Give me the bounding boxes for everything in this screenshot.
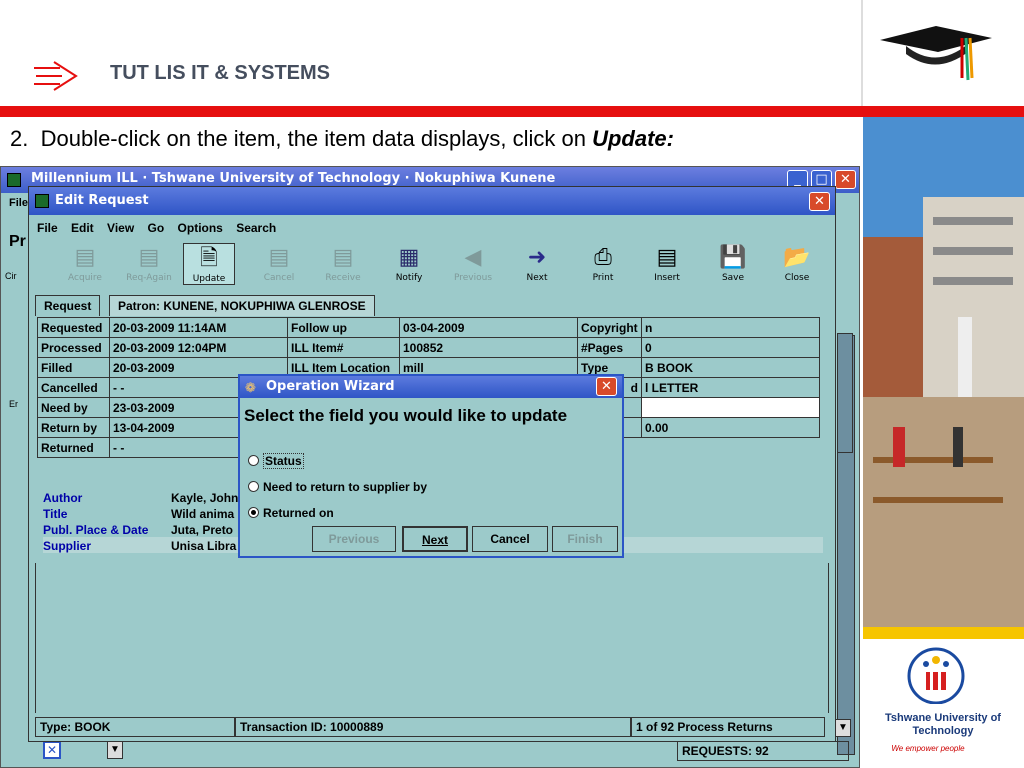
app-icon bbox=[7, 173, 21, 187]
acquire-icon: ▤ bbox=[74, 245, 96, 270]
window-title: Millennium ILL · Tshwane University of T… bbox=[31, 171, 556, 186]
close-button[interactable]: 📂 Close bbox=[765, 243, 829, 283]
option-status[interactable]: Status bbox=[248, 453, 304, 469]
wizard-finish-button[interactable]: Finish bbox=[552, 526, 618, 552]
table-row: Requested 20-03-2009 11:14AM Follow up 0… bbox=[37, 317, 820, 338]
wizard-cancel-button[interactable]: Cancel bbox=[472, 526, 548, 552]
wizard-heading: Select the field you would like to updat… bbox=[244, 406, 568, 425]
requests-count: REQUESTS: 92 bbox=[677, 741, 849, 761]
logo-name: Tshwane University of Technology bbox=[885, 712, 1001, 737]
cancel-toolbar-button[interactable]: ▤ Cancel bbox=[247, 243, 311, 283]
menu-go[interactable]: Go bbox=[148, 221, 165, 235]
menu-search[interactable]: Search bbox=[236, 221, 276, 235]
next-toolbar-button[interactable]: ➜ Next bbox=[505, 243, 569, 283]
grid-scrollbar[interactable] bbox=[837, 333, 853, 453]
table-row: Processed 20-03-2009 12:04PM ILL Item# 100… bbox=[37, 337, 820, 358]
print-button[interactable]: ⎙ Print bbox=[571, 243, 635, 283]
wizard-title-bar: Operation Wizard bbox=[240, 376, 622, 398]
red-bar-right bbox=[862, 106, 1024, 117]
next-icon: ➜ bbox=[527, 245, 547, 270]
save-icon: 💾 bbox=[719, 245, 747, 270]
bottom-left-icon[interactable]: ✕ bbox=[43, 741, 61, 759]
menu-edit[interactable]: Edit bbox=[71, 221, 94, 235]
radio-button-selected[interactable] bbox=[248, 507, 259, 518]
update-icon: 🗎 bbox=[200, 246, 218, 271]
status-process: 1 of 92 Process Returns bbox=[631, 717, 825, 737]
status-transaction: Transaction ID: 10000889 bbox=[235, 717, 631, 737]
graduation-cap-icon bbox=[880, 26, 992, 81]
option-need-to-return[interactable]: Need to return to supplier by bbox=[248, 480, 427, 494]
bib-label: Supplier bbox=[43, 539, 92, 553]
wizard-title: Operation Wizard bbox=[266, 379, 395, 394]
print-icon: ⎙ bbox=[594, 245, 612, 270]
tut-logo-icon bbox=[907, 647, 965, 704]
radio-button[interactable] bbox=[248, 481, 259, 492]
save-button[interactable]: 💾 Save bbox=[701, 243, 765, 283]
status-scroll-button[interactable]: ▼ bbox=[835, 719, 851, 737]
update-button[interactable]: 🗎 Update bbox=[183, 243, 235, 285]
tab-request[interactable]: Request bbox=[35, 295, 101, 316]
slide-title: TUT LIS IT & SYSTEMS bbox=[110, 62, 331, 84]
previous-icon: ◀ bbox=[464, 245, 482, 270]
bib-label: Author bbox=[43, 491, 83, 505]
previous-toolbar-button[interactable]: ◀ Previous bbox=[441, 243, 505, 283]
req-again-button[interactable]: ▤ Req-Again bbox=[117, 243, 181, 283]
notify-icon: ▦ bbox=[398, 245, 420, 270]
cancel-icon: ▤ bbox=[268, 245, 290, 270]
menu-view[interactable]: View bbox=[107, 221, 134, 235]
logo-tagline: We empower people bbox=[891, 744, 965, 753]
close-icon: 📂 bbox=[783, 245, 811, 270]
dialog-app-icon bbox=[35, 194, 49, 208]
window-close-button[interactable]: ✕ bbox=[835, 170, 856, 189]
wizard-close-button[interactable]: ✕ bbox=[596, 377, 617, 396]
bib-label: Title bbox=[43, 507, 68, 521]
campus-photo bbox=[863, 117, 1024, 627]
req-again-icon: ▤ bbox=[138, 245, 160, 270]
insert-icon: ▤ bbox=[656, 245, 678, 270]
step-instruction: 2. Double-click on the item, the item da… bbox=[10, 126, 674, 151]
yellow-bar bbox=[863, 627, 1024, 639]
window-menu-file[interactable]: File bbox=[9, 197, 28, 209]
notify-button[interactable]: ▦ Notify bbox=[377, 243, 441, 283]
dialog-close-button[interactable]: ✕ bbox=[809, 192, 830, 211]
wizard-previous-button[interactable]: Previous bbox=[312, 526, 396, 552]
bib-label: Publ. Place & Date bbox=[43, 523, 149, 537]
bib-value[interactable]: Unisa Libra bbox=[171, 539, 236, 553]
insert-button[interactable]: ▤ Insert bbox=[635, 243, 699, 283]
operation-wizard-dialog: Operation Wizard ❁ ✕ Select the field yo… bbox=[238, 374, 624, 558]
bib-value[interactable]: Wild anima bbox=[171, 507, 234, 521]
dialog-title: Edit Request bbox=[55, 193, 149, 208]
receive-button[interactable]: ▤ Receive bbox=[311, 243, 375, 283]
red-bar bbox=[0, 106, 862, 117]
menu-options[interactable]: Options bbox=[178, 221, 223, 235]
status-type: Type: BOOK bbox=[35, 717, 235, 737]
menu-bar: File Edit View Go Options Search bbox=[37, 221, 286, 235]
radio-button[interactable] bbox=[248, 455, 259, 466]
window-label-fragment: Cir bbox=[5, 271, 17, 281]
dialog-title-bar: Edit Request bbox=[29, 187, 835, 215]
option-returned-on[interactable]: Returned on bbox=[248, 506, 334, 520]
window-label-fragment-2: Er bbox=[9, 399, 18, 409]
detail-panel bbox=[35, 563, 829, 713]
receive-icon: ▤ bbox=[332, 245, 354, 270]
acquire-button[interactable]: ▤ Acquire bbox=[53, 243, 117, 283]
divider bbox=[861, 0, 863, 106]
window-heading-fragment: Pr bbox=[9, 233, 26, 250]
wizard-app-icon: ❁ bbox=[245, 380, 256, 395]
bib-value[interactable]: Kayle, John bbox=[171, 491, 238, 505]
dropdown-toggle[interactable]: ▼ bbox=[107, 741, 123, 759]
arrow-icon bbox=[34, 61, 78, 91]
bib-value[interactable]: Juta, Preto bbox=[171, 523, 233, 537]
tab-patron[interactable]: Patron: KUNENE, NOKUPHIWA GLENROSE bbox=[109, 295, 375, 316]
wizard-next-button[interactable]: Next bbox=[402, 526, 468, 552]
menu-file[interactable]: File bbox=[37, 221, 58, 235]
